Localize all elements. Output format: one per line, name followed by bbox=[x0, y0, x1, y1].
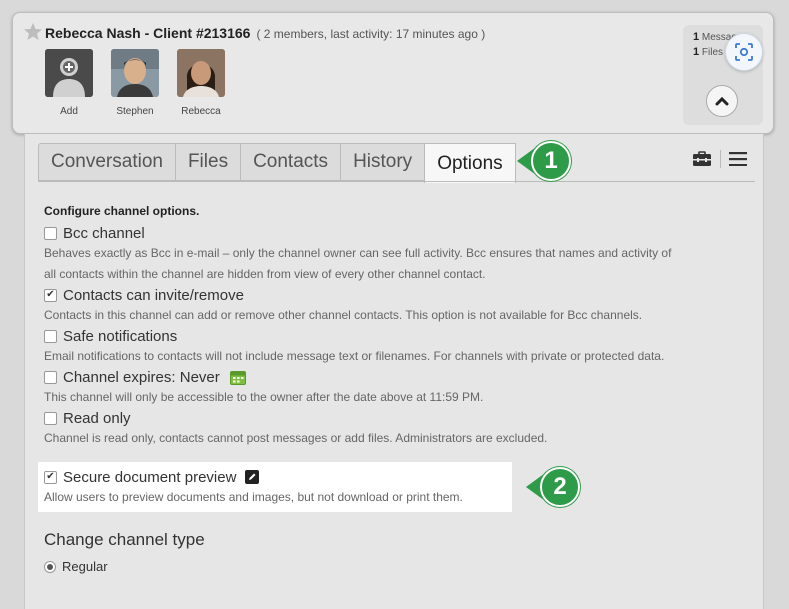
tab-contacts[interactable]: Contacts bbox=[240, 143, 341, 181]
callout-number: 2 bbox=[540, 467, 580, 507]
tab-conversation[interactable]: Conversation bbox=[38, 143, 175, 181]
option-channel-expires[interactable]: Channel expires: Never bbox=[44, 367, 749, 387]
channel-tabs: Conversation Files Contacts History Opti… bbox=[38, 143, 516, 183]
channel-expires-checkbox[interactable] bbox=[44, 370, 57, 384]
option-secure-preview[interactable]: ✔ Secure document preview bbox=[44, 467, 463, 487]
options-content: Configure channel options. Bcc channel B… bbox=[44, 204, 749, 449]
channel-type-regular[interactable]: Regular bbox=[44, 559, 108, 574]
files-label: Files bbox=[701, 47, 724, 58]
messages-count: 1 bbox=[693, 31, 700, 43]
hamburger-menu-icon[interactable] bbox=[729, 152, 747, 166]
option-description: Allow users to preview documents and ima… bbox=[44, 490, 463, 504]
star-icon[interactable] bbox=[23, 22, 43, 42]
member-label: Stephen bbox=[116, 106, 154, 117]
radio-selected-dot bbox=[47, 563, 53, 570]
contacts-invite-checkbox[interactable]: ✔ bbox=[44, 288, 57, 302]
screenshot-button[interactable] bbox=[725, 33, 763, 71]
bcc-checkbox[interactable] bbox=[44, 226, 57, 240]
add-user-icon[interactable] bbox=[45, 49, 93, 97]
secure-preview-checkbox[interactable]: ✔ bbox=[44, 470, 57, 484]
member-label: Rebecca bbox=[181, 106, 221, 117]
edit-icon[interactable] bbox=[245, 470, 260, 484]
safe-notifications-checkbox[interactable] bbox=[44, 329, 57, 343]
member-rebecca[interactable]: Rebecca bbox=[173, 49, 229, 117]
channel-header: Rebecca Nash - Client #213166 ( 2 members… bbox=[12, 12, 774, 134]
member-stephen[interactable]: Stephen bbox=[107, 49, 163, 117]
tab-history[interactable]: History bbox=[340, 143, 425, 181]
toolbox-icon[interactable] bbox=[692, 151, 712, 167]
toolbar-separator bbox=[720, 150, 721, 168]
camera-icon bbox=[735, 43, 753, 61]
option-label: Read only bbox=[63, 409, 131, 427]
regular-radio[interactable] bbox=[44, 560, 56, 573]
channel-meta: ( 2 members, last activity: 17 minutes a… bbox=[256, 27, 486, 41]
avatar[interactable] bbox=[111, 49, 159, 97]
option-description: This channel will only be accessible to … bbox=[44, 390, 484, 404]
read-only-checkbox[interactable] bbox=[44, 411, 57, 425]
tab-options[interactable]: Options bbox=[424, 143, 516, 183]
option-bcc-channel[interactable]: Bcc channel bbox=[44, 223, 749, 243]
callout-1: 1 bbox=[517, 141, 571, 181]
option-description: all contacts within the channel are hidd… bbox=[44, 267, 486, 281]
collapse-header-button[interactable] bbox=[706, 85, 738, 117]
option-label: Safe notifications bbox=[63, 327, 178, 345]
option-contacts-invite[interactable]: ✔ Contacts can invite/remove bbox=[44, 285, 749, 305]
member-label: Add bbox=[60, 106, 78, 117]
chevron-up-icon bbox=[715, 96, 729, 106]
option-label: Contacts can invite/remove bbox=[63, 286, 244, 304]
option-label: Bcc channel bbox=[63, 224, 145, 242]
option-description: Channel is read only, contacts cannot po… bbox=[44, 431, 548, 445]
tab-divider bbox=[38, 181, 755, 182]
avatar[interactable] bbox=[177, 49, 225, 97]
channel-stats: 1 Messages 1 Files bbox=[683, 25, 763, 125]
radio-label: Regular bbox=[62, 559, 108, 574]
option-description: Behaves exactly as Bcc in e-mail – only … bbox=[44, 246, 672, 260]
option-description: Email notifications to contacts will not… bbox=[44, 349, 665, 363]
member-add[interactable]: Add bbox=[41, 49, 97, 117]
calendar-icon[interactable] bbox=[229, 370, 246, 385]
option-label: Secure document preview bbox=[63, 468, 237, 486]
options-panel: Conversation Files Contacts History Opti… bbox=[24, 134, 764, 609]
option-read-only[interactable]: Read only bbox=[44, 408, 749, 428]
channel-title: Rebecca Nash - Client #213166 bbox=[45, 25, 251, 41]
files-count: 1 bbox=[693, 46, 700, 58]
secure-preview-highlight: ✔ Secure document preview Allow users to… bbox=[38, 462, 512, 512]
channel-title-line: Rebecca Nash - Client #213166 ( 2 members… bbox=[45, 25, 485, 41]
option-safe-notifications[interactable]: Safe notifications bbox=[44, 326, 749, 346]
change-channel-type-heading: Change channel type bbox=[44, 530, 205, 549]
option-label: Channel expires: Never bbox=[63, 368, 220, 386]
panel-toolbar bbox=[692, 150, 747, 168]
members-list: Add Stephen Rebecca bbox=[41, 49, 229, 117]
callout-2: 2 bbox=[526, 467, 580, 507]
options-heading: Configure channel options. bbox=[44, 204, 200, 218]
option-description: Contacts in this channel can add or remo… bbox=[44, 308, 643, 322]
callout-number: 1 bbox=[531, 141, 571, 181]
tab-files[interactable]: Files bbox=[174, 143, 241, 181]
